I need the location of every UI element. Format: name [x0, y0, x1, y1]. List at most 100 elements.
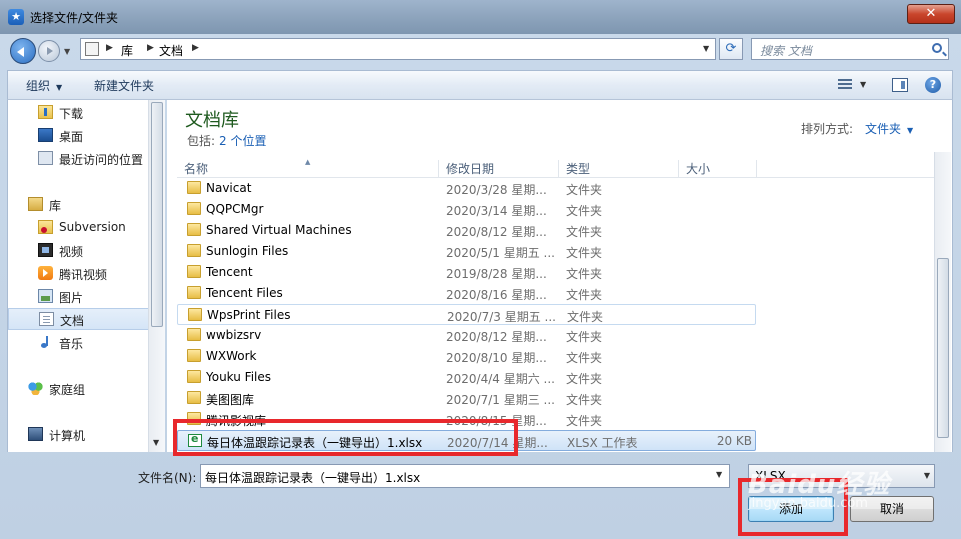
- file-date: 2020/8/15 星期...: [446, 414, 547, 428]
- file-row[interactable]: Sunlogin Files 2020/5/1 星期五 ... 文件夹: [177, 241, 756, 262]
- history-dropdown-icon[interactable]: ▼: [64, 47, 74, 56]
- file-type: 文件夹: [566, 372, 603, 386]
- breadcrumb-documents[interactable]: 文档: [159, 42, 183, 59]
- file-row[interactable]: WpsPrint Files 2020/7/3 星期五 ... 文件夹: [177, 304, 756, 325]
- column-header-size[interactable]: 大小: [679, 160, 757, 178]
- chevron-down-icon: ▼: [923, 471, 930, 480]
- cancel-button[interactable]: 取消: [850, 496, 934, 522]
- view-dropdown-icon[interactable]: ▼: [860, 80, 866, 89]
- nav-item-pictures[interactable]: 图片: [8, 286, 153, 308]
- back-button[interactable]: [10, 38, 36, 64]
- subversion-icon: [38, 220, 53, 234]
- desktop-icon: [38, 128, 53, 142]
- file-date: 2020/3/28 星期...: [446, 183, 547, 197]
- file-date: 2020/4/4 星期六 ...: [446, 372, 555, 386]
- file-row[interactable]: Shared Virtual Machines 2020/8/12 星期... 文件…: [177, 220, 756, 241]
- filetype-value: XLSX: [755, 469, 786, 483]
- scroll-down-icon[interactable]: ▼: [153, 438, 159, 447]
- chevron-right-icon[interactable]: ▶: [147, 43, 154, 53]
- chevron-right-icon[interactable]: ▶: [106, 43, 113, 53]
- nav-item-documents[interactable]: 文档: [8, 308, 153, 330]
- video-icon: [38, 243, 53, 257]
- nav-item-label: 家庭组: [49, 383, 86, 397]
- new-folder-button[interactable]: 新建文件夹: [94, 77, 154, 94]
- file-row[interactable]: QQPCMgr 2020/3/14 星期... 文件夹: [177, 199, 756, 220]
- file-name: 每日体温跟踪记录表（一键导出）1.xlsx: [207, 436, 423, 450]
- file-date: 2020/3/14 星期...: [446, 204, 547, 218]
- folder-icon: [187, 223, 201, 236]
- window-title: 选择文件/文件夹: [30, 11, 119, 25]
- file-list-pane: 文档库 包括: 2 个位置 排列方式: 文件夹 ▼ 名称 ▲ 修改日期 类型 大小 N…: [167, 100, 953, 452]
- dialog-star-icon: ★: [8, 9, 24, 25]
- nav-scroll-thumb[interactable]: [151, 102, 163, 327]
- file-type: 文件夹: [566, 288, 603, 302]
- filename-input[interactable]: 每日体温跟踪记录表（一键导出）1.xlsx: [200, 464, 730, 488]
- chevron-down-icon: ▼: [907, 126, 914, 135]
- nav-item-label: 文档: [60, 314, 85, 328]
- nav-item-label: 桌面: [59, 130, 84, 144]
- address-bar[interactable]: ▶ 库 ▶ 文档 ▶: [80, 38, 716, 60]
- forward-button[interactable]: [38, 40, 60, 62]
- xlsx-file-icon: [188, 432, 202, 447]
- nav-item-music[interactable]: 音乐: [8, 332, 153, 354]
- file-name: 腾讯影视库: [206, 414, 267, 428]
- nav-item-videos[interactable]: 视频: [8, 240, 153, 262]
- nav-item-desktop[interactable]: 桌面: [8, 125, 153, 147]
- tencent-video-icon: [38, 266, 53, 280]
- file-row[interactable]: Tencent 2019/8/28 星期... 文件夹: [177, 262, 756, 283]
- file-list-scroll-thumb[interactable]: [937, 258, 949, 438]
- nav-item-subversion[interactable]: Subversion: [8, 217, 153, 239]
- refresh-button[interactable]: ⟳: [719, 38, 743, 60]
- file-row[interactable]: wwbizsrv 2020/8/12 星期... 文件夹: [177, 325, 756, 346]
- file-name: Sunlogin Files: [206, 244, 289, 258]
- breadcrumb-library[interactable]: 库: [121, 42, 133, 59]
- nav-item-homegroup[interactable]: 家庭组: [8, 378, 153, 400]
- file-row[interactable]: 每日体温跟踪记录表（一键导出）1.xlsx 2020/7/14 星期... XLSX…: [177, 430, 756, 451]
- file-row[interactable]: 腾讯影视库 2020/8/15 星期... 文件夹: [177, 409, 756, 430]
- title-bar: ★ 选择文件/文件夹 ✕: [0, 0, 961, 34]
- search-placeholder: 搜索 文档: [760, 44, 812, 58]
- close-button[interactable]: ✕: [907, 4, 955, 24]
- file-row[interactable]: Navicat 2020/3/28 星期... 文件夹: [177, 178, 756, 199]
- column-header-type[interactable]: 类型: [559, 160, 679, 178]
- file-type: 文件夹: [566, 225, 603, 239]
- search-input[interactable]: 搜索 文档: [751, 38, 949, 60]
- homegroup-icon: [28, 381, 43, 395]
- nav-item-label: 音乐: [59, 337, 84, 351]
- file-type: 文件夹: [566, 246, 603, 260]
- organize-button[interactable]: 组织 ▼: [26, 77, 62, 94]
- file-row[interactable]: Tencent Files 2020/8/16 星期... 文件夹: [177, 283, 756, 304]
- nav-item-tencent-video[interactable]: 腾讯视频: [8, 263, 153, 285]
- nav-item-downloads[interactable]: 下载: [8, 102, 153, 124]
- view-options-icon[interactable]: [838, 79, 852, 91]
- folder-icon: [85, 42, 99, 56]
- computer-icon: [28, 427, 43, 441]
- nav-scrollbar[interactable]: ▼: [148, 100, 165, 452]
- file-date: 2020/5/1 星期五 ...: [446, 246, 555, 260]
- address-dropdown-icon[interactable]: ▼: [703, 44, 715, 56]
- file-row[interactable]: 美图图库 2020/7/1 星期三 ... 文件夹: [177, 388, 756, 409]
- column-header-name[interactable]: 名称 ▲: [177, 158, 439, 178]
- search-icon[interactable]: [932, 43, 942, 53]
- navigation-pane: 下载 桌面 最近访问的位置 库 Subversion 视频 腾讯视频 图片 文档…: [7, 100, 165, 452]
- help-icon[interactable]: ?: [925, 77, 941, 93]
- filetype-select[interactable]: XLSX ▼: [748, 464, 935, 488]
- nav-item-computer[interactable]: 计算机: [8, 424, 153, 446]
- file-row[interactable]: WXWork 2020/8/10 星期... 文件夹: [177, 346, 756, 367]
- file-name: WpsPrint Files: [207, 308, 291, 322]
- includes-locations-link[interactable]: 2 个位置: [219, 134, 266, 148]
- file-type: 文件夹: [566, 330, 603, 344]
- file-list-scrollbar[interactable]: [934, 152, 951, 452]
- file-date: 2020/8/12 星期...: [446, 330, 547, 344]
- nav-item-recent-places[interactable]: 最近访问的位置: [8, 148, 153, 170]
- file-name: Youku Files: [206, 370, 272, 384]
- file-row[interactable]: Youku Files 2020/4/4 星期六 ... 文件夹: [177, 367, 756, 388]
- add-button[interactable]: 添加: [748, 496, 834, 522]
- sort-dropdown[interactable]: 文件夹 ▼: [865, 120, 913, 137]
- chevron-right-icon[interactable]: ▶: [192, 43, 199, 53]
- nav-item-libraries[interactable]: 库: [8, 194, 153, 216]
- filename-dropdown-icon[interactable]: ▼: [716, 470, 722, 479]
- column-header-date[interactable]: 修改日期: [439, 160, 559, 178]
- preview-pane-icon[interactable]: [892, 78, 908, 92]
- file-type: 文件夹: [567, 310, 604, 324]
